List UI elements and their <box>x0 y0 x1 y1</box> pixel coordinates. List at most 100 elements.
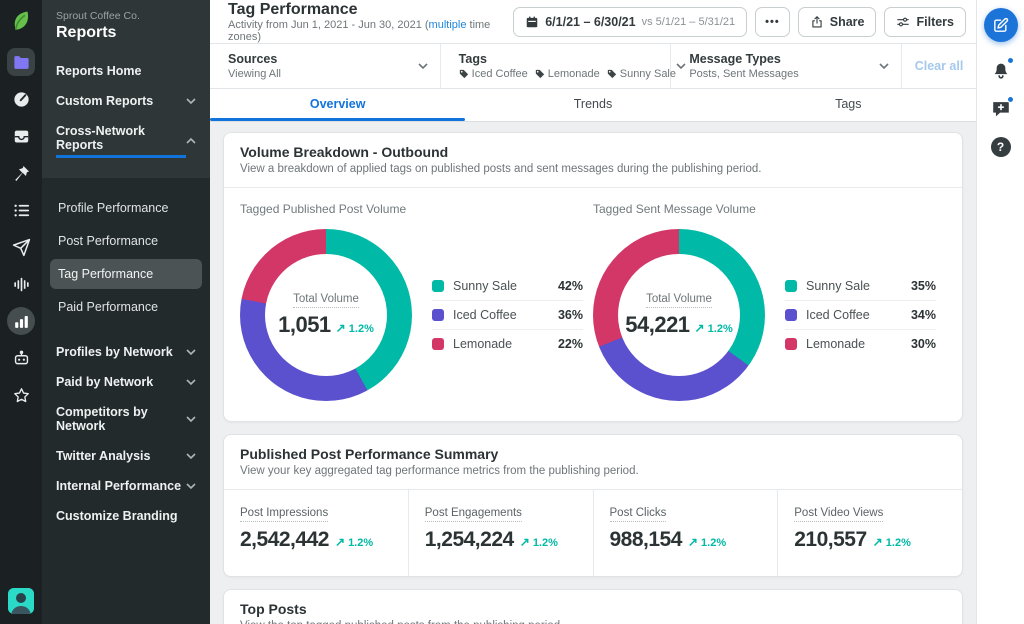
date-range-button[interactable]: 6/1/21 – 6/30/21 vs 5/1/21 – 5/31/21 <box>513 6 748 37</box>
activity-subtitle: Activity from Jun 1, 2021 - Jun 30, 2021… <box>228 19 513 43</box>
metric-change: ↗ 1.2% <box>335 535 373 549</box>
nav-label: Customize Branding <box>56 509 178 523</box>
metric-label: Post Impressions <box>240 507 329 522</box>
compose-pencil-icon <box>994 17 1009 32</box>
tag-icon <box>607 69 616 79</box>
sidebar-item-paid-performance[interactable]: Paid Performance <box>50 292 202 322</box>
change-value: 1.2% <box>885 537 911 549</box>
sidebar-item-customize-branding[interactable]: Customize Branding <box>42 501 210 531</box>
card-description: View your key aggregated tag performance… <box>240 465 639 477</box>
message-types-filter[interactable]: Message Types Posts, Sent Messages <box>671 44 903 88</box>
chevron-down-icon <box>186 483 196 489</box>
sidebar-item-custom-reports[interactable]: Custom Reports <box>42 86 210 116</box>
chart-legend: Sunny Sale 35% Iced Coffee 34% Lemonade … <box>785 272 936 358</box>
total-volume-change: ↗ 1.2% <box>336 321 374 335</box>
chart-label: Tagged Sent Message Volume <box>593 202 756 216</box>
legend-percent: 34% <box>910 308 936 322</box>
page-header: Tag Performance Activity from Jun 1, 202… <box>210 0 976 44</box>
chart-legend: Sunny Sale 42% Iced Coffee 36% Lemonade … <box>432 272 583 358</box>
sidebar-item-internal-performance[interactable]: Internal Performance <box>42 471 210 501</box>
donut-chart-published-posts[interactable]: Total Volume 1,051 ↗ 1.2% <box>240 229 412 401</box>
sidebar-item-reports-home[interactable]: Reports Home <box>42 56 210 86</box>
rail-automation-robot-icon[interactable] <box>7 344 35 372</box>
sources-filter-texts: Sources Viewing All <box>228 52 281 80</box>
metric-change: ↗ 1.2% <box>688 535 726 549</box>
chevron-down-icon <box>879 63 889 69</box>
sidebar-item-profile-performance[interactable]: Profile Performance <box>50 193 202 223</box>
chevron-down-icon <box>186 349 196 355</box>
metric-row: 2,542,442 ↗ 1.2% <box>240 528 392 552</box>
clear-all-button[interactable]: Clear all <box>902 44 976 88</box>
sidebar-item-twitter-analysis[interactable]: Twitter Analysis <box>42 441 210 471</box>
message-types-filter-texts: Message Types Posts, Sent Messages <box>689 52 798 80</box>
volume-breakdown-card: Volume Breakdown - Outbound View a break… <box>223 132 963 422</box>
rail-send-paper-plane-icon[interactable] <box>7 233 35 261</box>
rail-reports-folder-icon[interactable] <box>7 48 35 76</box>
sidebar-item-tag-performance[interactable]: Tag Performance <box>50 259 202 289</box>
more-options-button[interactable]: ••• <box>755 6 790 37</box>
tab-overview[interactable]: Overview <box>210 89 466 121</box>
top-posts-card-header: Top Posts View the top tagged published … <box>224 590 962 624</box>
metric-post-video-views: Post Video Views 210,557 ↗ 1.2% <box>777 490 962 576</box>
tags-value: Iced Coffee Lemonade Sunny Sale <box>459 68 676 80</box>
rail-dashboard-gauge-icon[interactable] <box>7 85 35 113</box>
rail-inbox-icon[interactable] <box>7 122 35 150</box>
rail-reports-bar-chart-icon[interactable] <box>7 307 35 335</box>
rail-reviews-star-icon[interactable] <box>7 381 35 409</box>
nav-label: Cross-Network Reports <box>56 124 186 158</box>
sidebar-item-profiles-by-network[interactable]: Profiles by Network <box>42 337 210 367</box>
trend-up-icon: ↗ <box>687 535 698 549</box>
filters-button[interactable]: Filters <box>884 6 966 37</box>
metric-value: 2,542,442 <box>240 528 329 551</box>
date-compare-label: vs 5/1/21 – 5/31/21 <box>641 15 736 28</box>
app-window: Sprout Coffee Co. Reports Reports Home C… <box>0 0 1024 624</box>
share-button[interactable]: Share <box>797 6 877 37</box>
user-avatar[interactable] <box>8 588 34 614</box>
nav-label: Profiles by Network <box>56 345 173 359</box>
sidebar-item-cross-network-reports[interactable]: Cross-Network Reports <box>42 116 210 166</box>
sidebar-title: Reports <box>56 24 117 41</box>
nav-label: Competitors by Network <box>56 405 148 433</box>
page-header-titles: Tag Performance Activity from Jun 1, 202… <box>228 1 513 43</box>
notifications-button[interactable] <box>990 57 1014 81</box>
tags-filter-texts: Tags Iced Coffee Lemonade Sunny Sale <box>459 52 676 80</box>
metric-row: 988,154 ↗ 1.2% <box>610 528 762 552</box>
legend-row-lemonade: Lemonade 30% <box>785 329 936 358</box>
donut-center: Total Volume 1,051 ↗ 1.2% <box>265 254 387 376</box>
change-value: 1.2% <box>701 537 727 549</box>
sidebar-item-post-performance[interactable]: Post Performance <box>50 226 202 256</box>
compose-button[interactable] <box>983 8 1018 42</box>
multiple-timezones-link[interactable]: multiple <box>429 19 467 31</box>
legend-name: Sunny Sale <box>806 279 870 293</box>
sidebar-item-competitors-by-network[interactable]: Competitors by Network <box>42 397 210 441</box>
rail-listening-waveform-icon[interactable] <box>7 270 35 298</box>
total-volume-change: ↗ 1.2% <box>695 321 733 335</box>
summary-card-header: Published Post Performance Summary View … <box>224 435 962 490</box>
help-button[interactable] <box>990 137 1011 157</box>
legend-row-lemonade: Lemonade 22% <box>432 329 583 358</box>
feedback-button[interactable] <box>990 96 1014 120</box>
tab-tags[interactable]: Tags <box>721 89 976 121</box>
metric-value: 210,557 <box>794 528 867 551</box>
tag-icon <box>459 69 468 79</box>
legend-row-sunny-sale: Sunny Sale 35% <box>785 272 936 300</box>
sidebar-item-paid-by-network[interactable]: Paid by Network <box>42 367 210 397</box>
main-content: Tag Performance Activity from Jun 1, 202… <box>210 0 976 624</box>
legend-swatch <box>432 280 444 292</box>
total-volume-row: 54,221 ↗ 1.2% <box>625 312 733 338</box>
card-title: Published Post Performance Summary <box>240 446 499 462</box>
sources-filter[interactable]: Sources Viewing All <box>210 44 441 88</box>
published-post-volume-chart: Tagged Published Post Volume Total Volum… <box>240 202 593 401</box>
rail-publishing-pin-icon[interactable] <box>7 159 35 187</box>
share-icon <box>812 15 822 28</box>
donut-chart-sent-messages[interactable]: Total Volume 54,221 ↗ 1.2% <box>593 229 765 401</box>
metric-post-impressions: Post Impressions 2,542,442 ↗ 1.2% <box>224 490 408 576</box>
legend-name: Sunny Sale <box>453 279 517 293</box>
tags-filter[interactable]: Tags Iced Coffee Lemonade Sunny Sale <box>441 44 686 88</box>
message-types-label: Message Types <box>689 52 781 66</box>
rail-feeds-list-icon[interactable] <box>7 196 35 224</box>
tab-trends[interactable]: Trends <box>465 89 720 121</box>
tags-label: Tags <box>458 52 487 66</box>
legend-name: Iced Coffee <box>806 308 870 322</box>
app-icon-rail <box>0 0 42 624</box>
